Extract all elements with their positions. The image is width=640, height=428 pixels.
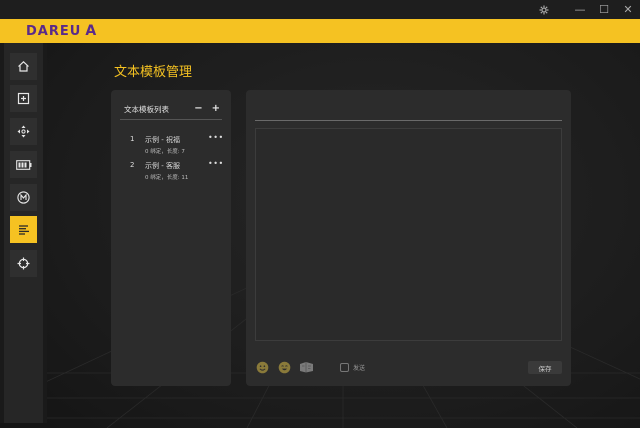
template-meta: 0 绑定，长度: 7 [145,149,185,155]
template-list-header: 文本模板列表 − + [124,102,220,116]
template-list-title: 文本模板列表 [124,104,169,114]
more-options-icon[interactable]: ••• [208,159,224,168]
add-template-button[interactable]: + [212,104,220,114]
home-icon [18,60,29,72]
list-item[interactable]: 1 示例 - 祝福 0 绑定，长度: 7 ••• [120,133,224,157]
move-arrows-icon [17,125,30,138]
send-label: 发送 [353,365,366,372]
brand-logo-mark: A [85,23,97,39]
list-item[interactable]: 2 示例 - 客服 0 绑定，长度: 11 ••• [120,159,224,183]
nav-add[interactable] [10,85,37,112]
window-frame-bottom [0,423,47,428]
nav-text-template[interactable] [10,216,37,243]
crosshair-icon [17,257,30,270]
template-index: 2 [130,161,135,169]
settings-gear-icon[interactable] [532,0,556,19]
save-button[interactable]: 保存 [528,361,562,374]
sticker-icon[interactable] [298,360,314,374]
template-index: 1 [130,135,135,143]
page-title: 文本模板管理 [114,65,193,80]
smile-emoji-icon[interactable] [255,360,269,374]
more-options-icon[interactable]: ••• [208,133,224,142]
template-meta: 0 绑定，长度: 11 [145,175,189,181]
nav-home[interactable] [10,53,37,80]
template-name: 示例 - 祝福 [145,136,180,144]
sidebar [4,43,43,423]
minimize-button[interactable]: — [568,0,592,19]
template-list-panel: 文本模板列表 − + 1 示例 - 祝福 0 绑定，长度: 7 ••• 2 示例… [111,90,231,386]
battery-icon [15,159,31,170]
macro-m-icon [17,191,30,204]
window-title-bar: — ☐ ✕ [0,0,640,19]
brand-bar: DAREU A [0,19,640,43]
remove-template-button[interactable]: − [194,104,202,114]
close-button[interactable]: ✕ [616,0,640,19]
text-template-icon [18,224,29,235]
maximize-button[interactable]: ☐ [592,0,616,19]
grin-emoji-icon[interactable] [277,360,291,374]
main-content: 文本模板管理 文本模板列表 − + 1 示例 - 祝福 0 绑定，长度: 7 •… [47,43,640,428]
template-name: 示例 - 客服 [145,162,180,170]
nav-move[interactable] [10,118,37,145]
nav-battery[interactable] [10,151,37,178]
brand-logo: DAREU [26,23,82,39]
send-checkbox[interactable] [340,363,349,372]
divider [120,119,222,120]
template-editor-panel: 发送 保存 [246,90,571,386]
nav-macro[interactable] [10,184,37,211]
add-square-icon [17,92,30,105]
nav-crosshair[interactable] [10,250,37,277]
template-name-input[interactable] [255,98,562,121]
template-content-textarea[interactable] [255,128,562,341]
